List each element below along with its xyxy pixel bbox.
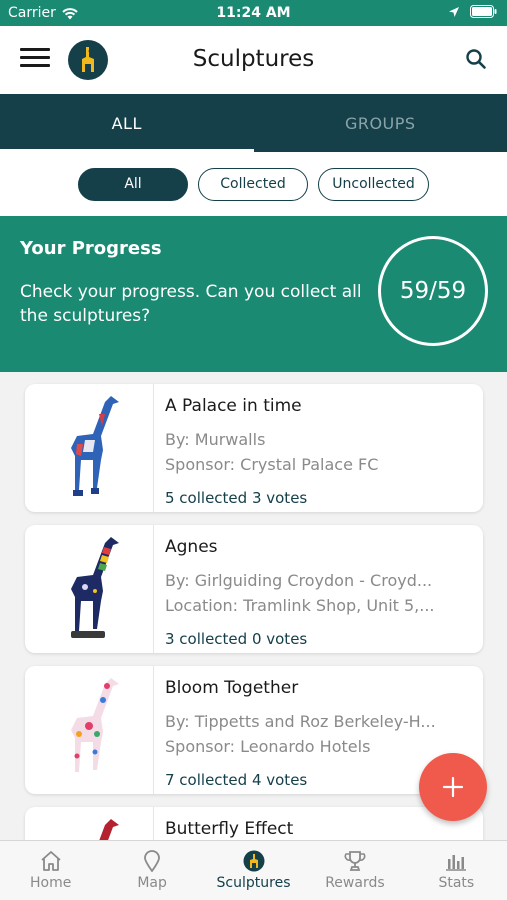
tab-groups[interactable]: GROUPS: [254, 94, 507, 152]
status-time: 11:24 AM: [216, 5, 291, 21]
nav-map-label: Map: [137, 875, 167, 891]
sculpture-card[interactable]: Agnes By: Girlguiding Croydon - Croyd...…: [25, 525, 483, 653]
hamburger-menu-icon[interactable]: [20, 48, 50, 72]
sculpture-artist: By: Girlguiding Croydon - Croyd...: [165, 571, 433, 590]
bottom-nav: Home Map Sculptures Rewards Stats: [0, 840, 507, 900]
giraffe-sculpture-image: [71, 678, 119, 772]
giraffe-logo-icon: [243, 850, 265, 872]
nav-sculptures[interactable]: Sculptures: [203, 841, 304, 900]
progress-title: Your Progress: [20, 238, 162, 259]
tab-bar: ALL GROUPS: [0, 94, 507, 152]
filter-all-button[interactable]: All: [78, 167, 188, 201]
trophy-icon: [344, 851, 366, 871]
nav-rewards-label: Rewards: [325, 875, 385, 891]
filter-chips: All Collected Uncollected: [0, 152, 507, 216]
nav-map[interactable]: Map: [101, 841, 202, 900]
sculpture-location: Location: Tramlink Shop, Unit 5,...: [165, 596, 435, 615]
home-icon: [41, 851, 61, 871]
sculpture-sponsor: Sponsor: Leonardo Hotels: [165, 737, 371, 756]
sculpture-thumbnail: [25, 384, 154, 512]
sculpture-thumbnail: [25, 666, 154, 794]
sculpture-stats: 3 collected 0 votes: [165, 630, 308, 648]
map-pin-icon: [144, 850, 161, 872]
status-right: [448, 5, 497, 18]
sculpture-card[interactable]: A Palace in time By: Murwalls Sponsor: C…: [25, 384, 483, 512]
sculpture-stats: 5 collected 3 votes: [165, 489, 308, 507]
nav-stats-label: Stats: [438, 875, 475, 891]
tab-all[interactable]: ALL: [0, 94, 254, 152]
status-bar: Carrier 11:24 AM: [0, 0, 507, 26]
progress-count: 59/59: [378, 236, 488, 346]
sculpture-name: Butterfly Effect: [165, 819, 294, 839]
giraffe-logo-icon: [68, 40, 108, 80]
sculpture-name: A Palace in time: [165, 396, 302, 416]
giraffe-sculpture-image: [71, 396, 119, 496]
battery-icon: [470, 5, 497, 18]
search-icon[interactable]: [465, 48, 489, 72]
progress-banner[interactable]: Your Progress Check your progress. Can y…: [0, 216, 507, 372]
sculpture-thumbnail: [25, 525, 154, 653]
nav-sculptures-label: Sculptures: [216, 875, 291, 891]
add-button[interactable]: [419, 753, 487, 821]
sculpture-name: Bloom Together: [165, 678, 299, 698]
nav-rewards[interactable]: Rewards: [304, 841, 405, 900]
bar-chart-icon: [446, 855, 467, 871]
sculpture-card[interactable]: Bloom Together By: Tippetts and Roz Berk…: [25, 666, 483, 794]
nav-home-label: Home: [30, 875, 72, 891]
location-arrow-icon: [449, 6, 459, 17]
sculpture-stats: 7 collected 4 votes: [165, 771, 308, 789]
filter-collected-button[interactable]: Collected: [198, 167, 308, 201]
sculpture-name: Agnes: [165, 537, 218, 557]
nav-stats[interactable]: Stats: [406, 841, 507, 900]
filter-uncollected-button[interactable]: Uncollected: [318, 167, 429, 201]
sculpture-artist: By: Murwalls: [165, 430, 266, 449]
progress-text: Check your progress. Can you collect all…: [20, 282, 362, 326]
plus-icon: [442, 776, 464, 798]
nav-home[interactable]: Home: [0, 841, 101, 900]
giraffe-sculpture-image: [71, 537, 119, 638]
sculpture-sponsor: Sponsor: Crystal Palace FC: [165, 455, 379, 474]
sculpture-artist: By: Tippetts and Roz Berkeley-H...: [165, 712, 436, 731]
app-header: Sculptures: [0, 26, 507, 94]
